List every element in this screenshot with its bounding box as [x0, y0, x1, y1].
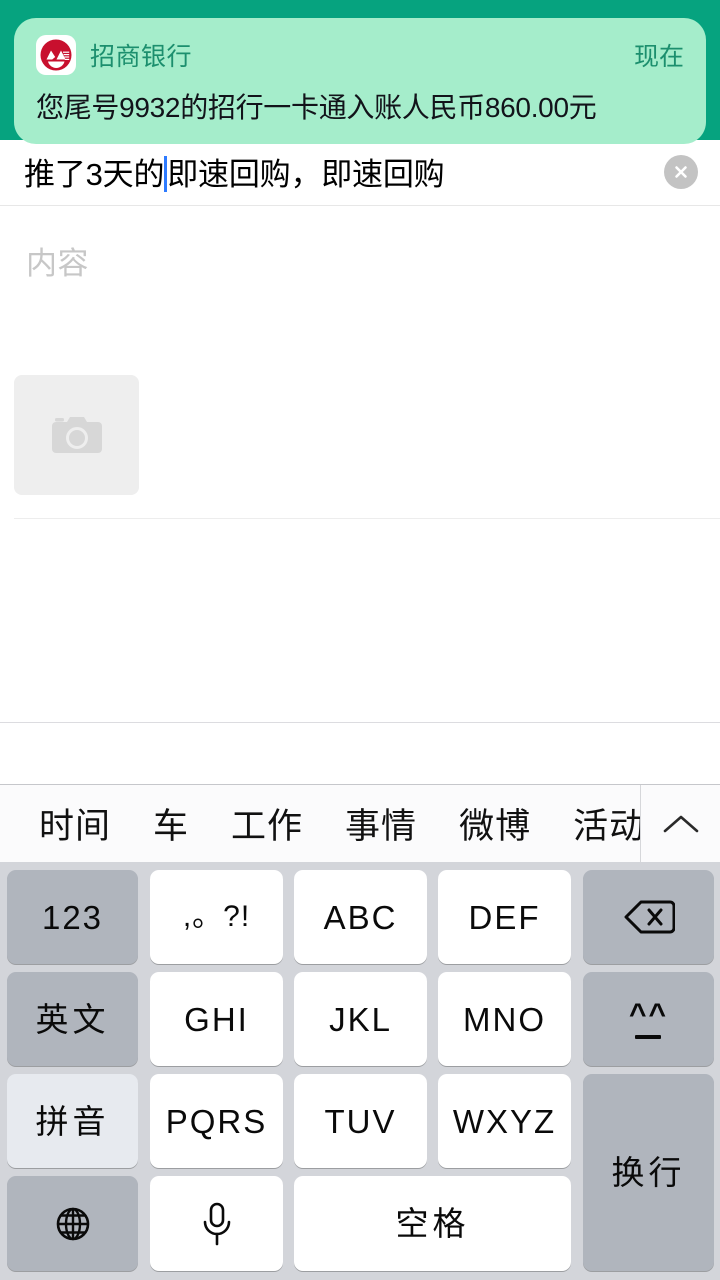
add-photo-button[interactable]: [14, 375, 139, 495]
key-def[interactable]: DEF: [438, 870, 571, 964]
key-tuv[interactable]: TUV: [294, 1074, 427, 1168]
candidate-list: 时间 车 工作 事情 微博 活动: [0, 785, 640, 862]
key-wxyz[interactable]: WXYZ: [438, 1074, 571, 1168]
key-jkl[interactable]: JKL: [294, 972, 427, 1066]
key-punctuation[interactable]: ,。?!: [150, 870, 283, 964]
keyboard-top-spacer: [0, 722, 720, 784]
keyboard: 123 ,。?! ABC DEF 英文 GHI JKL MNO ^^ 拼音 PQ…: [0, 862, 720, 1280]
chevron-up-icon[interactable]: [640, 785, 720, 862]
camera-icon: [51, 417, 102, 453]
notification-header: 招商银行 现在: [36, 34, 684, 76]
key-mno[interactable]: MNO: [438, 972, 571, 1066]
key-pinyin-mode[interactable]: 拼音: [7, 1074, 138, 1168]
content-input-placeholder[interactable]: 内容: [26, 238, 89, 283]
cmb-bank-logo-icon: [36, 35, 76, 75]
key-ghi[interactable]: GHI: [150, 972, 283, 1066]
candidate-item[interactable]: 微博: [438, 798, 552, 849]
candidate-item[interactable]: 工作: [210, 798, 324, 849]
title-divider: [0, 205, 720, 206]
close-circle-icon[interactable]: [664, 154, 698, 189]
emoji-face-icon: ^^: [629, 999, 668, 1039]
key-emoji[interactable]: ^^: [583, 972, 714, 1066]
key-voice-input[interactable]: [150, 1176, 283, 1271]
title-input-row[interactable]: 推了3天的 即速回购，即速回购: [0, 138, 720, 205]
key-numbers[interactable]: 123: [7, 870, 138, 964]
title-text-before-caret: 推了3天的: [24, 157, 165, 192]
title-input[interactable]: 推了3天的 即速回购，即速回购: [24, 149, 445, 194]
key-abc[interactable]: ABC: [294, 870, 427, 964]
notification-app-name: 招商银行: [90, 43, 193, 71]
candidate-bar: 时间 车 工作 事情 微博 活动: [0, 784, 720, 862]
backspace-icon: [624, 900, 675, 934]
key-space[interactable]: 空格: [294, 1176, 571, 1271]
candidate-item[interactable]: 时间: [18, 798, 132, 849]
notification-message: 您尾号9932的招行一卡通入账人民币860.00元: [36, 92, 597, 123]
microphone-icon: [203, 1202, 230, 1245]
text-caret: [164, 155, 168, 192]
key-english-mode[interactable]: 英文: [7, 972, 138, 1066]
title-text-after-caret: 即速回购，即速回购: [167, 157, 445, 192]
key-enter[interactable]: 换行: [583, 1074, 714, 1271]
notification-timestamp: 现在: [633, 43, 684, 71]
key-pqrs[interactable]: PQRS: [150, 1074, 283, 1168]
globe-icon: [56, 1207, 89, 1240]
key-backspace[interactable]: [583, 870, 714, 964]
keyboard-grid: 123 ,。?! ABC DEF 英文 GHI JKL MNO ^^ 拼音 PQ…: [6, 869, 714, 1272]
candidate-item[interactable]: 车: [132, 798, 210, 849]
candidate-item[interactable]: 事情: [324, 798, 438, 849]
candidate-item[interactable]: 活动: [552, 798, 640, 849]
notification-banner[interactable]: 招商银行 现在 您尾号9932的招行一卡通入账人民币860.00元: [14, 18, 706, 144]
content-divider: [14, 518, 720, 519]
key-language-switch[interactable]: [7, 1176, 138, 1271]
